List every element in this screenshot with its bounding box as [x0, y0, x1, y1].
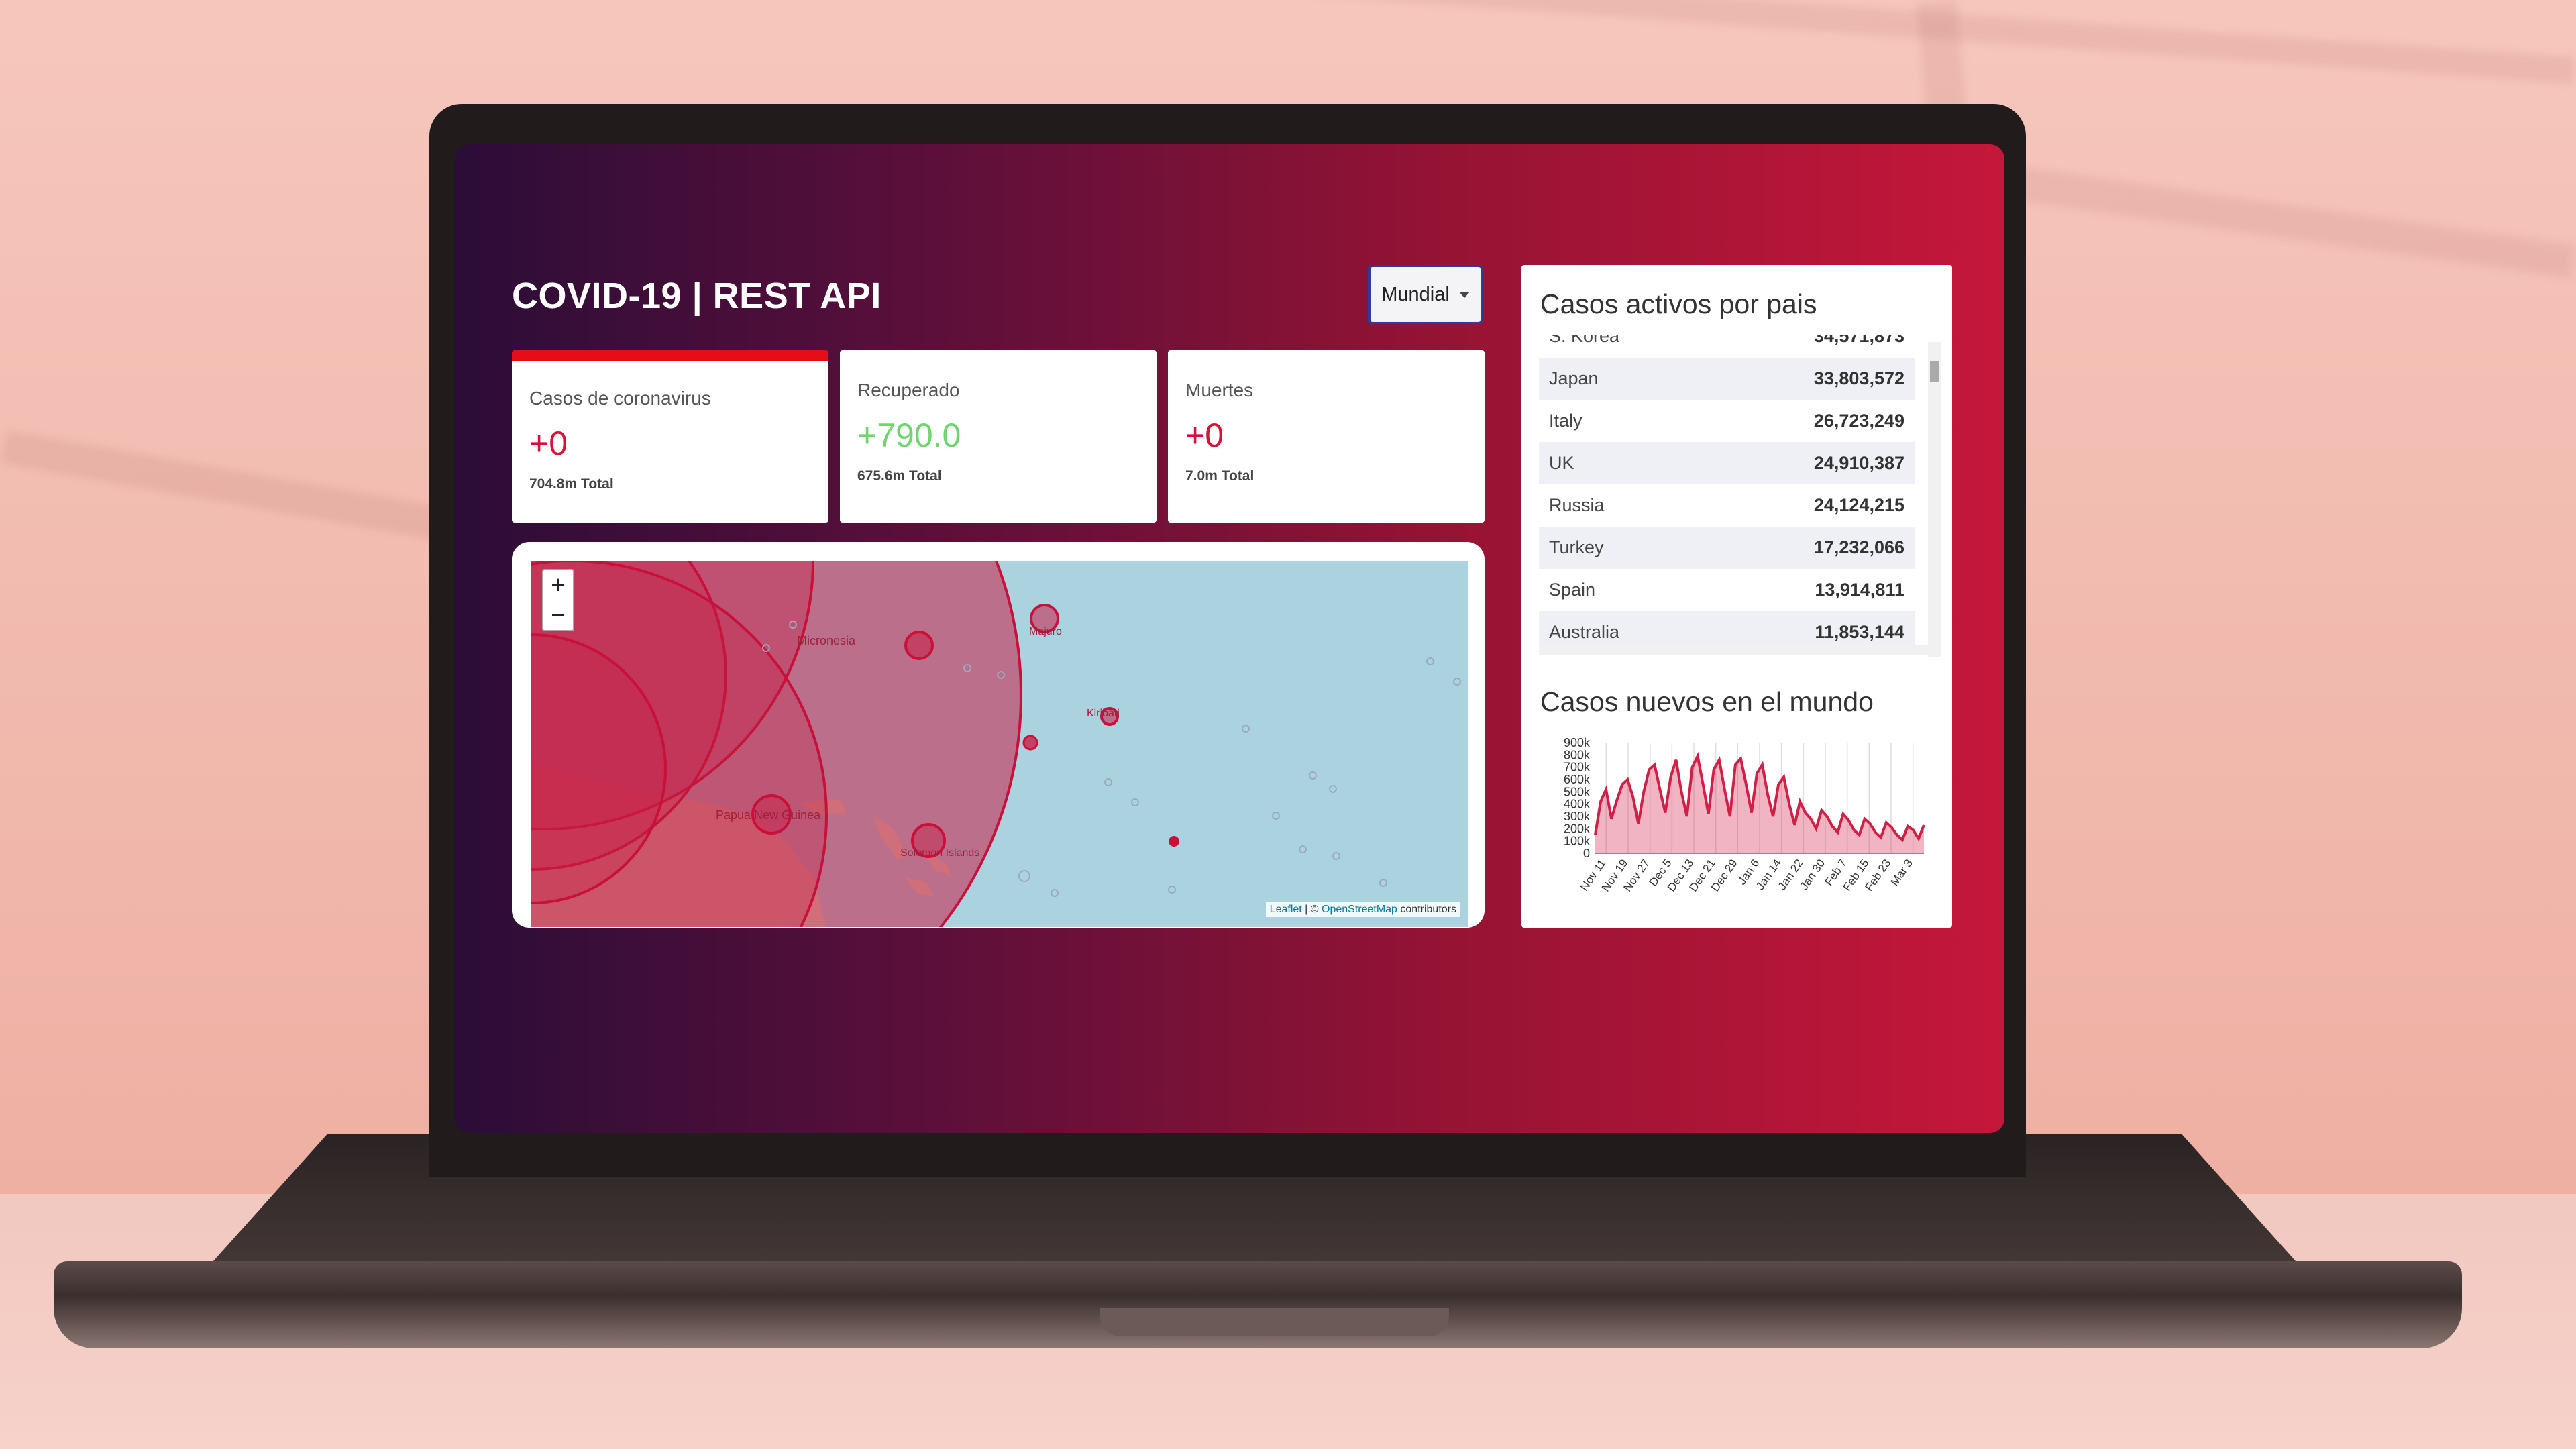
- map-label-papua: Papua New Guinea: [716, 808, 821, 822]
- map-label-solomon: Solomon Islands: [900, 847, 979, 859]
- zoom-in-button[interactable]: +: [543, 570, 573, 600]
- cases-card-label: Casos de coronavirus: [529, 388, 711, 409]
- y-tick-label: 0: [1583, 847, 1590, 860]
- table-row: Australia 11,853,144: [1539, 611, 1915, 647]
- y-tick-label: 900k: [1564, 736, 1591, 749]
- y-tick-label: 600k: [1564, 773, 1591, 786]
- attribution-separator: | ©: [1301, 904, 1322, 915]
- map-zoom-control: + −: [542, 569, 574, 631]
- map-label-majuro: Majuro: [1029, 626, 1062, 637]
- scrollbar-thumb[interactable]: [1930, 361, 1939, 382]
- cases-card-total: 704.8m Total: [529, 476, 614, 492]
- zoom-out-button[interactable]: −: [543, 600, 573, 630]
- active-cases-value: 24,124,215: [1813, 495, 1904, 515]
- table-row: Russia 24,124,215: [1539, 484, 1915, 527]
- y-tick-label: 800k: [1564, 748, 1591, 761]
- active-cases-value: 13,914,811: [1815, 580, 1904, 600]
- recovered-card-value: +790.0: [857, 417, 961, 454]
- region-dropdown[interactable]: Mundial: [1368, 265, 1483, 324]
- active-cases-table[interactable]: S. Korea 34,571,873 Japan 33,803,572 Italy…: [1539, 335, 1915, 647]
- table-horizontal-scrollbar[interactable]: [1539, 645, 1928, 655]
- cases-card[interactable]: Casos de coronavirus +0 704.8m Total: [512, 350, 828, 523]
- map-panel: Micronesia Majuro Kiribati Papua New Gui…: [512, 542, 1485, 928]
- laptop-screen: COVID-19 | REST API Mundial Casos de cor…: [455, 144, 2004, 1133]
- active-cases-value: 34,571,873: [1813, 335, 1904, 346]
- leaflet-link[interactable]: Leaflet: [1270, 904, 1302, 915]
- new-cases-chart: 0100k200k300k400k500k600k700k800k900kNov…: [1564, 736, 1925, 894]
- map-case-marker[interactable]: [904, 631, 934, 660]
- deaths-card[interactable]: Muertes +0 7.0m Total: [1168, 350, 1485, 523]
- active-cases-value: 33,803,572: [1813, 368, 1904, 388]
- map-case-marker[interactable]: [1169, 836, 1179, 847]
- table-row: Turkey 17,232,066: [1539, 527, 1915, 569]
- attribution-suffix: contributors: [1397, 904, 1456, 915]
- country-name: S. Korea: [1549, 335, 1620, 346]
- country-name: Japan: [1549, 368, 1599, 388]
- osm-link[interactable]: OpenStreetMap: [1322, 904, 1397, 915]
- deaths-card-label: Muertes: [1185, 380, 1254, 400]
- deaths-card-total: 7.0m Total: [1185, 468, 1254, 484]
- region-dropdown-label: Mundial: [1381, 283, 1450, 305]
- table-row: Japan 33,803,572: [1539, 358, 1915, 400]
- table-row: UK 24,910,387: [1539, 442, 1915, 484]
- active-cases-value: 26,723,249: [1813, 411, 1904, 431]
- y-tick-label: 700k: [1564, 761, 1591, 774]
- side-panel: Casos activos por pais S. Korea 34,571,87…: [1521, 265, 1952, 928]
- map-case-marker[interactable]: [1022, 735, 1038, 751]
- country-name: Italy: [1549, 411, 1582, 431]
- country-name: Spain: [1549, 580, 1596, 600]
- y-tick-label: 200k: [1564, 822, 1591, 835]
- country-name: UK: [1549, 453, 1574, 473]
- y-tick-label: 300k: [1564, 810, 1591, 823]
- y-tick-label: 400k: [1564, 798, 1591, 811]
- map-attribution: Leaflet | © OpenStreetMap contributors: [1265, 902, 1460, 917]
- active-cases-title: Casos activos por pais: [1540, 288, 1817, 319]
- table-row: Spain 13,914,811: [1539, 569, 1915, 611]
- cases-card-value: +0: [529, 425, 568, 462]
- active-cases-value: 24,910,387: [1813, 453, 1904, 473]
- active-cases-value: 11,853,144: [1815, 622, 1904, 642]
- active-cases-value: 17,232,066: [1813, 537, 1904, 557]
- table-row: S. Korea 34,571,873: [1539, 335, 1915, 358]
- chevron-down-icon: [1458, 291, 1470, 298]
- x-tick-label: Mar 3: [1888, 857, 1915, 888]
- table-row: Italy 26,723,249: [1539, 400, 1915, 442]
- recovered-card[interactable]: Recuperado +790.0 675.6m Total: [840, 350, 1157, 523]
- map-label-micronesia: Micronesia: [797, 634, 856, 647]
- new-cases-title: Casos nuevos en el mundo: [1540, 686, 1874, 717]
- page-title: COVID-19 | REST API: [512, 276, 881, 316]
- recovered-card-total: 675.6m Total: [857, 468, 942, 484]
- country-name: Turkey: [1549, 537, 1604, 557]
- deaths-card-value: +0: [1185, 417, 1224, 454]
- country-name: Australia: [1549, 622, 1620, 642]
- map-label-kiribati: Kiribati: [1087, 708, 1120, 719]
- y-tick-label: 500k: [1564, 785, 1591, 798]
- country-name: Russia: [1549, 495, 1605, 515]
- recovered-card-label: Recuperado: [857, 380, 960, 400]
- laptop-notch: [1100, 1308, 1449, 1336]
- table-vertical-scrollbar[interactable]: [1928, 342, 1941, 657]
- map-canvas[interactable]: Micronesia Majuro Kiribati Papua New Gui…: [531, 561, 1468, 927]
- y-tick-label: 100k: [1564, 835, 1591, 848]
